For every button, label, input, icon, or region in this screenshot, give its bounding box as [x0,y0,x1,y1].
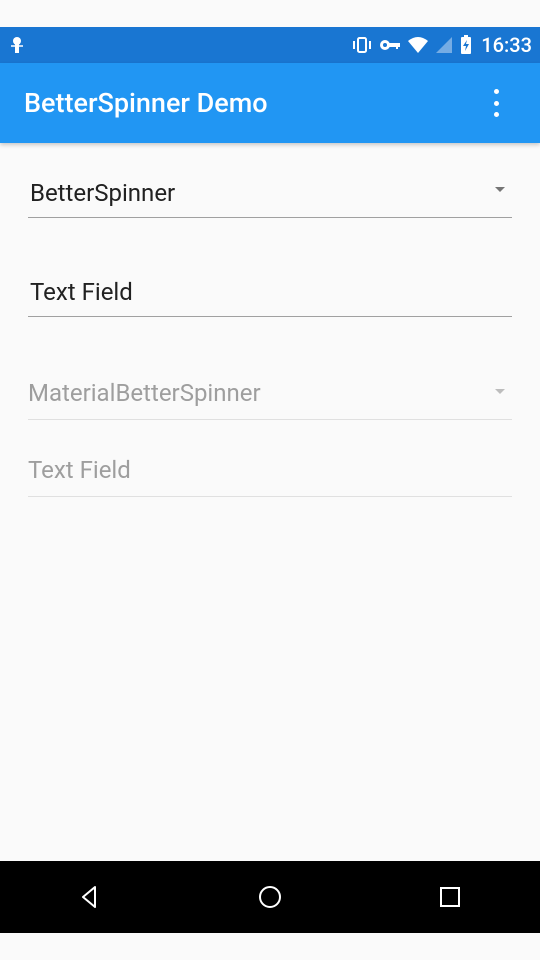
text-field-1[interactable] [28,272,512,317]
app-viewport: 16:33 BetterSpinner Demo BetterSpinner [0,27,540,933]
app-bar: BetterSpinner Demo [0,63,540,143]
material-text-field[interactable] [28,448,512,497]
signal-icon [435,36,453,54]
vpn-key-icon [379,38,401,52]
nav-back-button[interactable] [45,872,135,922]
home-icon [255,882,285,912]
content-area: BetterSpinner MaterialBetterSpinner [0,143,540,861]
status-right: 16:33 [351,33,532,57]
better-spinner-field[interactable]: BetterSpinner [28,173,512,218]
battery-charging-icon [459,35,473,55]
vibrate-icon [351,35,373,55]
navigation-bar [0,861,540,933]
recent-icon [437,884,463,910]
text-input-2[interactable] [28,448,512,497]
more-vert-icon [494,89,499,117]
back-icon [75,882,105,912]
nav-recent-button[interactable] [405,872,495,922]
wifi-icon [407,36,429,54]
app-title: BetterSpinner Demo [24,87,476,119]
status-bar: 16:33 [0,27,540,63]
material-better-spinner-field[interactable]: MaterialBetterSpinner [28,371,512,420]
nav-home-button[interactable] [225,872,315,922]
device-screen: 16:33 BetterSpinner Demo BetterSpinner [0,0,540,960]
status-left [8,35,351,55]
text-input-1[interactable] [28,272,512,317]
overflow-menu-button[interactable] [476,83,516,123]
debug-icon [8,35,26,55]
status-time: 16:33 [481,33,532,57]
material-spinner-placeholder: MaterialBetterSpinner [28,371,512,420]
spinner-value: BetterSpinner [28,173,512,218]
